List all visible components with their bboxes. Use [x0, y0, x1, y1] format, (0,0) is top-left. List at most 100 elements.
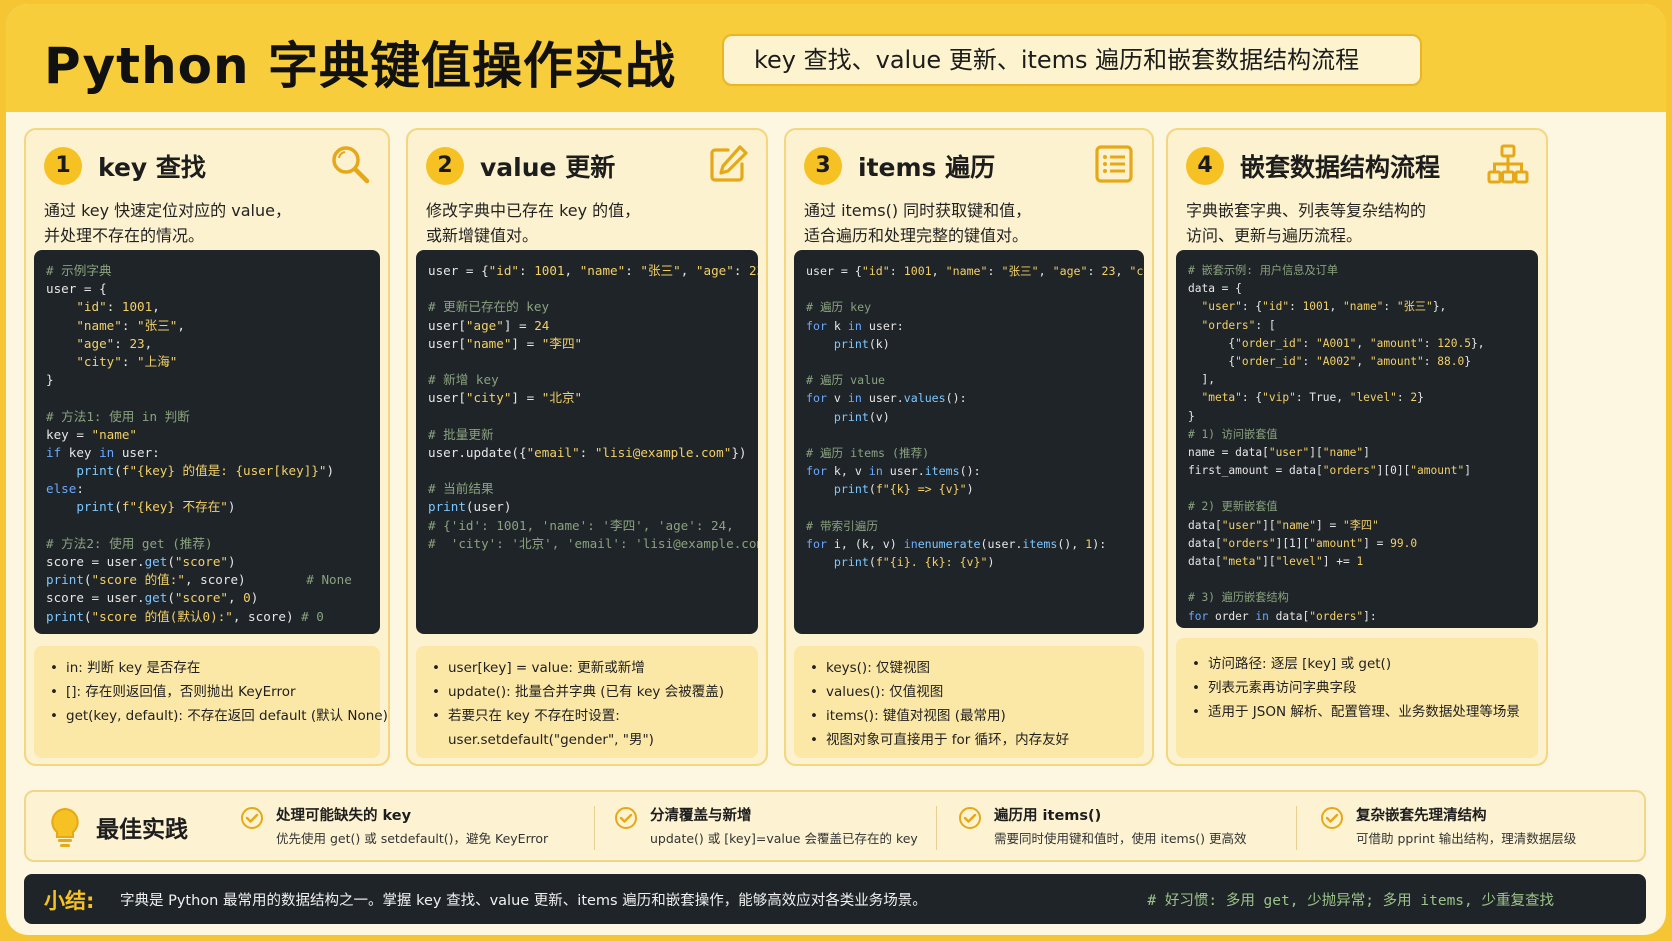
code-token: "score": [174, 554, 228, 569]
code-token: {: [1188, 354, 1236, 368]
code-token: in: [903, 536, 918, 551]
code-token: values: [903, 391, 946, 406]
code-token: , score): [184, 572, 307, 588]
code-token: (: [83, 572, 92, 588]
note-item: in: 判断 key 是否存在: [50, 656, 364, 680]
code-token: "北京": [541, 390, 583, 406]
code-token: "name": [465, 335, 512, 351]
code-token: :: [1423, 354, 1438, 368]
code-token: # 遍历 value: [806, 373, 886, 388]
code-token: "id": [1262, 300, 1290, 314]
card-title: 嵌套数据结构流程: [1240, 153, 1441, 182]
code-block: # 示例字典 user = { "id": 1001, "name": "张三",…: [34, 250, 380, 634]
code-token: user = {: [806, 264, 862, 278]
code-token: "张三": [137, 317, 178, 333]
check-circle-icon: [241, 807, 263, 829]
code-token: print: [46, 572, 84, 588]
code-line: # 嵌套示例: 用户信息及订单: [1188, 262, 1526, 280]
code-line: print(f"订单 {order['order_id']} 金额: {orde…: [1188, 626, 1538, 629]
code-token: user[: [428, 390, 466, 406]
code-token: score = user.: [46, 590, 145, 606]
code-line: user["name"] = "李四": [428, 335, 746, 353]
code-token: # 遍历 items (推荐): [806, 445, 930, 460]
notes-list: in: 判断 key 是否存在[]: 存在则返回值，否则抛出 KeyErrorg…: [34, 646, 388, 758]
code-line: # {'id': 1001, 'name': '李四', 'age': 24,: [428, 517, 746, 535]
code-token: "李四": [541, 335, 583, 351]
code-token: print: [833, 336, 869, 351]
divider: [936, 806, 937, 850]
code-token: data = {: [1188, 282, 1242, 296]
code-line: key = "name": [46, 426, 368, 444]
code-token: print: [833, 555, 869, 569]
code-token: :: [114, 335, 130, 351]
code-token: "id": [488, 263, 520, 278]
code-token: # 3) 遍历嵌套结构: [1188, 591, 1289, 605]
code-token: ): [966, 482, 974, 497]
code-line: print(k): [806, 335, 1132, 353]
code-line: # 遍历 value: [806, 371, 1132, 389]
code-token: "A002": [1316, 354, 1357, 368]
code-token: "age": [76, 335, 115, 351]
code-token: :: [1396, 391, 1411, 405]
code-token: # 方法2: 使用 get (推荐): [46, 535, 213, 551]
code-token: get: [144, 554, 168, 569]
page-subtitle: key 查找、value 更新、items 遍历和嵌套数据结构流程: [722, 34, 1422, 86]
code-token: (k): [868, 336, 890, 351]
best-practice-bar: 最佳实践 处理可能缺失的 key 优先使用 get() 或 setdefault…: [24, 790, 1646, 862]
code-line: for order in data["orders"]:: [1188, 608, 1526, 626]
code-line: # 'city': '北京', 'email': 'lisi@example.c…: [428, 535, 758, 553]
code-token: :: [1423, 336, 1438, 350]
note-item: 若要只在 key 不存在时设置:: [432, 704, 742, 728]
code-token: "level": [1275, 555, 1323, 568]
code-token: ,: [1038, 264, 1053, 278]
code-token: # 0: [301, 608, 324, 624]
code-token: ] =: [511, 390, 542, 406]
code-token: score = user.: [46, 554, 145, 569]
code-token: :: [106, 299, 122, 315]
best-practice-desc: 需要同时使用键和值时，使用 items() 更高效: [994, 831, 1247, 846]
code-token: first_amount = data[: [1188, 464, 1323, 478]
page-title: Python 字典键值操作实战: [44, 37, 677, 95]
code-line: print(f"{k} => {v}"): [806, 480, 1132, 498]
best-practice-desc: 可借助 pprint 输出结构，理清数据层级: [1356, 831, 1577, 846]
code-token: ,: [1115, 264, 1130, 278]
code-token: name = data[: [1188, 445, 1269, 459]
code-line: print(f"{key} 不存在"): [46, 498, 368, 516]
code-token: "orders": [1201, 318, 1256, 332]
code-token: 88.0: [1437, 354, 1465, 368]
code-line: # 示例字典: [46, 262, 368, 280]
code-token: "name": [945, 264, 988, 278]
note-item: 访问路径: 逐层 [key] 或 get(): [1192, 652, 1522, 676]
code-token: data[: [1188, 536, 1222, 550]
best-practice-desc: 优先使用 get() 或 setdefault()，避免 KeyError: [276, 831, 549, 846]
code-token: key: [61, 444, 100, 460]
code-line: print("score 的值(默认0):", score) # 0: [46, 608, 368, 626]
code-token: }: [46, 372, 54, 388]
code-token: ]: [1464, 464, 1471, 478]
code-token: 99.0: [1390, 536, 1418, 550]
code-token: "orders": [1322, 464, 1377, 478]
code-token: "score 的值(默认0):": [91, 608, 233, 624]
code-token: ,: [177, 317, 185, 333]
code-token: f"{i}. {k}: {v}": [875, 555, 988, 569]
summary-tip: # 好习惯: 多用 get, 少抛异常; 多用 items, 少重复查找: [1147, 893, 1554, 909]
code-token: 24: [534, 317, 550, 333]
code-line: print("score 的值:", score) # None: [46, 571, 368, 589]
code-token: "vip": [1262, 391, 1296, 405]
code-token: k: [826, 318, 848, 333]
summary-text: 字典是 Python 最常用的数据结构之一。掌握 key 查找、value 更新…: [120, 893, 927, 909]
code-line: for i, (k, v) inenumerate(user.items(), …: [806, 535, 1132, 553]
code-line: for k in user:: [806, 317, 1132, 335]
code-token: "张三": [1001, 264, 1039, 278]
code-token: ],: [1188, 373, 1215, 387]
code-token: # 'city': '北京', 'email': 'lisi@example.c…: [428, 535, 758, 551]
code-token: ,: [1356, 354, 1370, 368]
code-token: "A001": [1316, 336, 1357, 350]
card-description: 通过 items() 同时获取键和值， 适合遍历和处理完整的键值对。: [804, 201, 1032, 245]
